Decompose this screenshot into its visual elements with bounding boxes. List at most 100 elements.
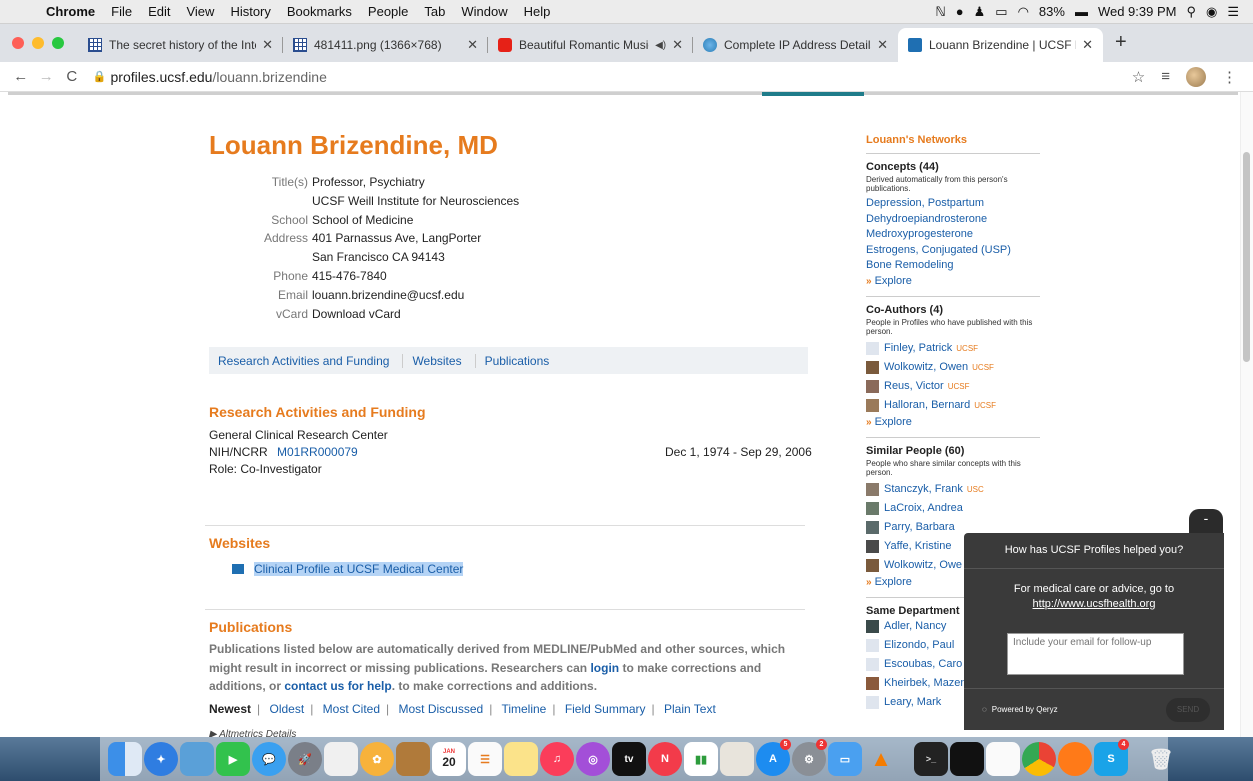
- menu-bookmarks[interactable]: Bookmarks: [279, 4, 360, 19]
- sort-most-discussed[interactable]: Most Discussed: [398, 702, 483, 716]
- similar-item[interactable]: Stanczyk, Frank USC: [866, 480, 1040, 499]
- menu-help[interactable]: Help: [516, 4, 559, 19]
- concept-link[interactable]: Dehydroepiandrosterone: [866, 212, 1040, 228]
- close-tab-icon[interactable]: ✕: [877, 37, 888, 53]
- clinical-profile-link[interactable]: Clinical Profile at UCSF Medical Center: [254, 562, 464, 576]
- menu-file[interactable]: File: [103, 4, 140, 19]
- altmetrics-toggle[interactable]: ▶ Altmetrics Details: [209, 729, 296, 737]
- coauthor-item[interactable]: Wolkowitz, Owen UCSF: [866, 358, 1040, 377]
- new-tab-button[interactable]: +: [1103, 31, 1139, 62]
- numbers-icon[interactable]: ▮▮: [684, 742, 718, 776]
- music-icon[interactable]: ♫: [540, 742, 574, 776]
- messages-icon[interactable]: 💬: [252, 742, 286, 776]
- coauthor-item[interactable]: Reus, Victor UCSF: [866, 377, 1040, 396]
- photos-icon[interactable]: ✿: [360, 742, 394, 776]
- preview-icon[interactable]: [180, 742, 214, 776]
- nav-research-link[interactable]: Research Activities and Funding: [209, 353, 404, 368]
- audio-playing-icon[interactable]: ◀): [655, 40, 666, 51]
- nav-websites-link[interactable]: Websites: [403, 353, 476, 368]
- menu-app-name[interactable]: Chrome: [38, 4, 103, 19]
- close-tab-icon[interactable]: ✕: [1082, 37, 1093, 53]
- login-link[interactable]: login: [590, 661, 619, 675]
- wifi-icon[interactable]: ◠: [1018, 4, 1029, 20]
- skype-icon[interactable]: S4: [1094, 739, 1129, 776]
- explore-concepts-link[interactable]: » Explore: [866, 274, 1040, 289]
- feedback-collapse-button[interactable]: -: [1189, 509, 1223, 533]
- lock-icon[interactable]: 🔒: [93, 70, 111, 83]
- notes-icon[interactable]: [504, 742, 538, 776]
- email-value[interactable]: louann.brizendine@ucsf.edu: [312, 286, 464, 305]
- contacts-icon[interactable]: [396, 742, 430, 776]
- similar-item[interactable]: LaCroix, Andrea: [866, 499, 1040, 518]
- sort-most-cited[interactable]: Most Cited: [323, 702, 380, 716]
- nav-publications-link[interactable]: Publications: [476, 354, 563, 368]
- sort-plain-text[interactable]: Plain Text: [664, 702, 716, 716]
- tab-secret-history[interactable]: The secret history of the Intern ✕: [78, 28, 283, 62]
- menu-edit[interactable]: Edit: [140, 4, 178, 19]
- sort-timeline[interactable]: Timeline: [501, 702, 546, 716]
- tab-ucsf-profile[interactable]: Louann Brizendine | UCSF Prof ✕: [898, 28, 1103, 62]
- sort-field-summary[interactable]: Field Summary: [565, 702, 646, 716]
- system-preferences-icon[interactable]: ⚙ 2: [792, 739, 827, 776]
- spotlight-icon[interactable]: ⚲: [1186, 4, 1196, 20]
- forward-button[interactable]: →: [34, 68, 60, 85]
- ucsfhealth-link[interactable]: http://www.ucsfhealth.org: [964, 597, 1224, 612]
- battery-icon[interactable]: ▬: [1075, 4, 1088, 19]
- facetime-icon[interactable]: ▶: [216, 742, 250, 776]
- control-center-icon[interactable]: ☰: [1227, 4, 1239, 20]
- concept-link[interactable]: Medroxyprogesterone: [866, 227, 1040, 243]
- finder-icon[interactable]: [108, 742, 142, 776]
- powered-by-label[interactable]: Powered by Qeryz: [992, 705, 1058, 714]
- scrollbar-thumb[interactable]: [1243, 152, 1250, 362]
- coauthor-item[interactable]: Finley, Patrick UCSF: [866, 339, 1040, 358]
- address-bar[interactable]: 🔒 profiles.ucsf.edu/louann.brizendine: [93, 69, 1132, 85]
- screenshot-icon[interactable]: [950, 742, 984, 776]
- document-icon[interactable]: [986, 742, 1020, 776]
- back-button[interactable]: ←: [8, 68, 34, 85]
- menu-tab[interactable]: Tab: [416, 4, 453, 19]
- dashlane-icon[interactable]: ●: [956, 4, 964, 19]
- safari-icon[interactable]: ✦: [144, 742, 178, 776]
- more-menu-icon[interactable]: ⋮: [1222, 68, 1237, 86]
- concept-link[interactable]: Estrogens, Conjugated (USP): [866, 243, 1040, 259]
- sort-oldest[interactable]: Oldest: [270, 702, 305, 716]
- tab-image[interactable]: 481411.png (1366×768) ✕: [283, 28, 488, 62]
- menu-history[interactable]: History: [222, 4, 278, 19]
- app-store-icon[interactable]: A5: [756, 739, 791, 776]
- firefox-icon[interactable]: [1058, 742, 1092, 776]
- airplay-icon[interactable]: ▭: [995, 4, 1007, 20]
- profile-avatar[interactable]: [1186, 66, 1207, 87]
- menu-people[interactable]: People: [360, 4, 416, 19]
- textedit-icon[interactable]: [720, 742, 754, 776]
- close-tab-icon[interactable]: ✕: [467, 37, 478, 53]
- news-icon[interactable]: N: [648, 742, 682, 776]
- terminal-icon[interactable]: >_: [914, 742, 948, 776]
- download-vcard-link[interactable]: Download vCard: [312, 305, 401, 324]
- concept-link[interactable]: Bone Remodeling: [866, 258, 1040, 274]
- reading-list-icon[interactable]: ≡: [1161, 68, 1170, 85]
- chrome-icon[interactable]: [1022, 742, 1056, 776]
- contact-link[interactable]: contact us for help: [284, 679, 391, 693]
- coauthor-item[interactable]: Halloran, Bernard UCSF: [866, 396, 1040, 415]
- launchpad-icon[interactable]: 🚀: [288, 742, 322, 776]
- reminders-icon[interactable]: ☰: [468, 742, 502, 776]
- maps-icon[interactable]: [324, 742, 358, 776]
- menu-window[interactable]: Window: [453, 4, 515, 19]
- siri-icon[interactable]: ◉: [1206, 4, 1217, 20]
- trash-icon[interactable]: 🗑: [1144, 742, 1178, 776]
- menu-view[interactable]: View: [178, 4, 222, 19]
- explore-coauthors-link[interactable]: » Explore: [866, 415, 1040, 430]
- bookmark-star-icon[interactable]: ☆: [1132, 68, 1145, 86]
- calendar-icon[interactable]: JAN 20: [432, 742, 466, 776]
- tab-music[interactable]: Beautiful Romantic Music: ◀) ✕: [488, 28, 693, 62]
- close-tab-icon[interactable]: ✕: [672, 37, 683, 53]
- grant-link[interactable]: M01RR000079: [277, 445, 358, 459]
- tab-ip-details[interactable]: Complete IP Address Details fo ✕: [693, 28, 898, 62]
- user-icon[interactable]: ♟: [974, 4, 986, 20]
- clock[interactable]: Wed 9:39 PM: [1098, 4, 1177, 19]
- reload-button[interactable]: C: [59, 68, 85, 85]
- apple-tv-icon[interactable]: tv: [612, 742, 646, 776]
- close-tab-icon[interactable]: ✕: [262, 37, 273, 53]
- close-window-button[interactable]: [12, 37, 24, 49]
- keynote-icon[interactable]: ▭: [828, 742, 862, 776]
